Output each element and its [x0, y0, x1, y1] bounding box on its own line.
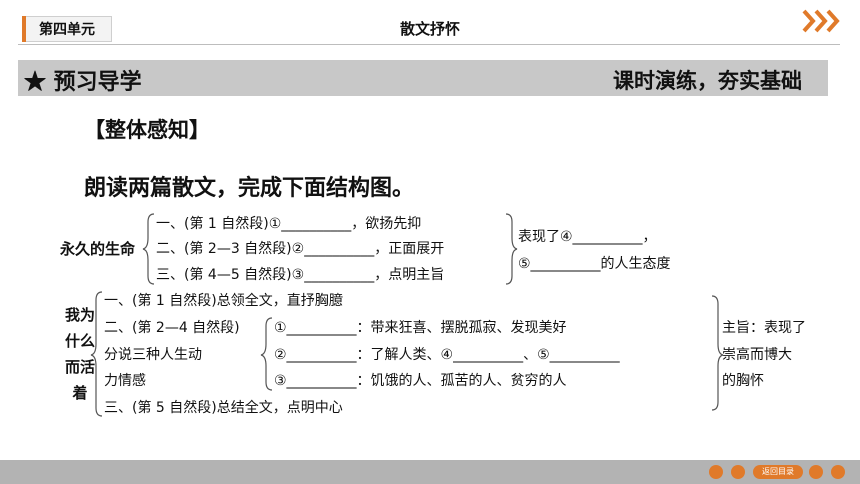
first-page-icon[interactable] — [709, 465, 723, 479]
back-to-contents-button[interactable]: 返回目录 — [753, 465, 803, 479]
diagram2-mid-brace — [260, 317, 273, 391]
prev-page-icon[interactable] — [731, 465, 745, 479]
structure-braces — [90, 213, 724, 417]
diagram1-right-brace — [505, 213, 518, 285]
next-page-icon[interactable] — [809, 465, 823, 479]
last-page-icon[interactable] — [831, 465, 845, 479]
diagram2-right-brace — [711, 295, 724, 411]
diagram1-left-brace — [142, 213, 155, 285]
diagram2-left-brace — [90, 291, 103, 417]
